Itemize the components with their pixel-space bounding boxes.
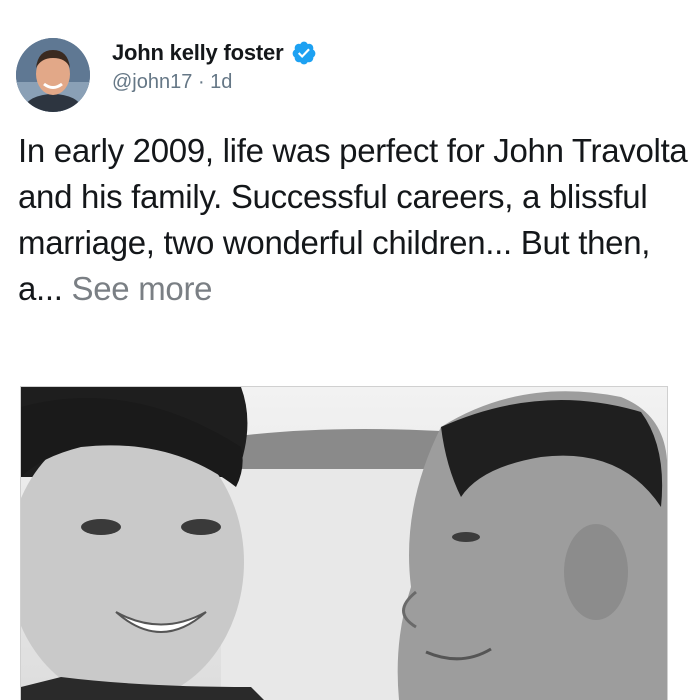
author-block: John kelly foster @john17 · 1d: [112, 38, 317, 94]
tweet-time[interactable]: 1d: [210, 71, 232, 93]
author-handle[interactable]: @john17: [112, 71, 192, 93]
tweet-card: John kelly foster @john17 · 1d In early …: [0, 0, 700, 700]
meta-separator: ·: [197, 71, 205, 93]
see-more-link[interactable]: See more: [72, 270, 213, 307]
tweet-body: In early 2009, life was perfect for John…: [18, 128, 688, 312]
verified-badge-icon: [291, 40, 317, 66]
avatar[interactable]: [16, 38, 90, 112]
tweet-media-photo[interactable]: [20, 386, 668, 700]
tweet-meta: @john17 · 1d: [112, 71, 317, 94]
author-name[interactable]: John kelly foster: [112, 40, 284, 66]
